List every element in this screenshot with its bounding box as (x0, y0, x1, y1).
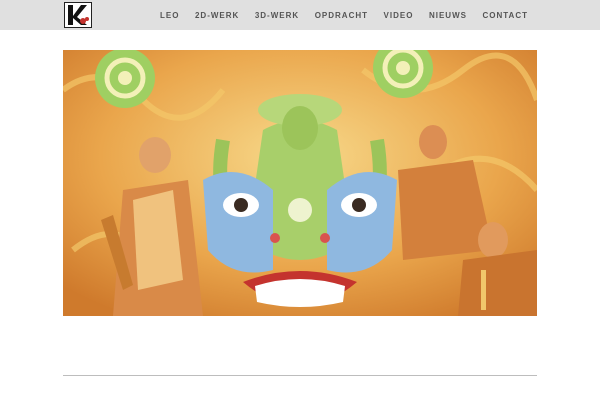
nav-item-video[interactable]: VIDEO (384, 11, 414, 20)
main-navigation: LEO 2D-WERK 3D-WERK OPDRACHT VIDEO NIEUW… (160, 0, 528, 30)
nav-item-nieuws[interactable]: NIEUWS (429, 11, 467, 20)
nav-item-3d-werk[interactable]: 3D-WERK (255, 11, 299, 20)
nav-item-opdracht[interactable]: OPDRACHT (315, 11, 368, 20)
hero-painting-image (63, 50, 537, 316)
nav-item-contact[interactable]: CONTACT (482, 11, 528, 20)
content-divider (63, 375, 537, 376)
top-navigation-bar: LEO 2D-WERK 3D-WERK OPDRACHT VIDEO NIEUW… (0, 0, 600, 30)
nav-item-leo[interactable]: LEO (160, 11, 179, 20)
nav-item-2d-werk[interactable]: 2D-WERK (195, 11, 239, 20)
koenraads-logo-icon[interactable] (64, 2, 92, 28)
